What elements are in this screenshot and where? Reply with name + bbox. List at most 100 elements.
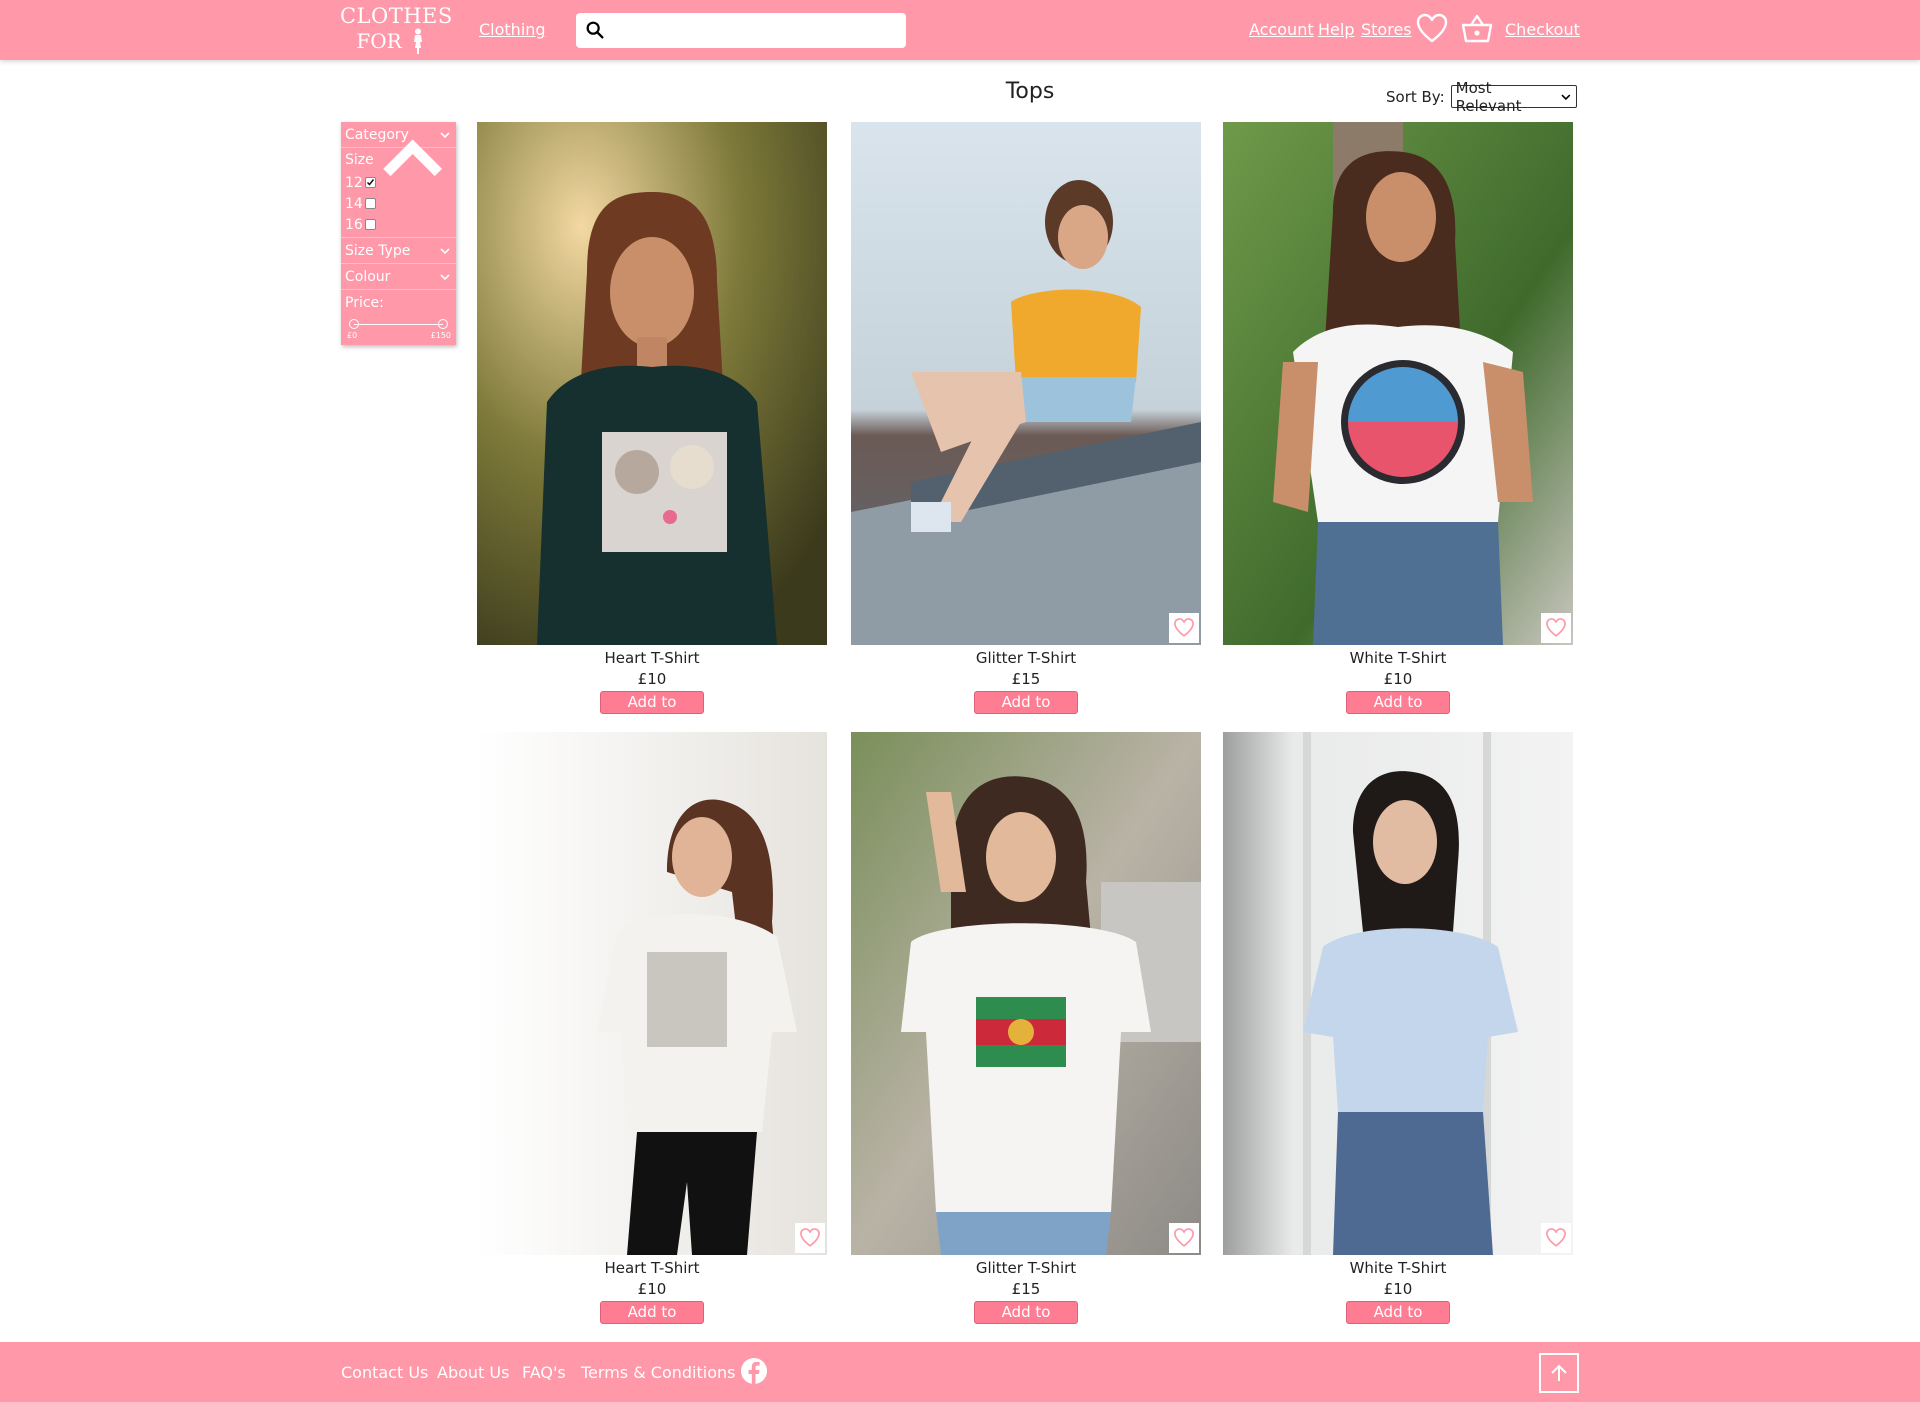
help-link[interactable]: Help: [1318, 20, 1354, 40]
filter-colour[interactable]: Colour: [341, 264, 456, 290]
heart-icon: [1174, 1228, 1194, 1247]
product-price: £10: [1383, 670, 1413, 688]
product-name: Heart T-Shirt: [604, 1259, 700, 1277]
sort-select[interactable]: Most Relevant: [1450, 79, 1577, 115]
product-image: [477, 732, 827, 1255]
heart-icon: [1174, 618, 1194, 637]
add-to-basket-button[interactable]: Add to Basket: [600, 691, 704, 732]
product-name: Glitter T-Shirt: [975, 1259, 1077, 1277]
nav-clothing-link[interactable]: Clothing: [479, 20, 546, 40]
chevron-up-icon: [382, 139, 442, 177]
size-option-label: 12: [345, 174, 363, 191]
price-max-label: £150: [430, 331, 451, 340]
filter-size: Size 12 14 16: [341, 139, 456, 238]
search-bar: [576, 13, 906, 48]
price-min-label: £0: [347, 331, 358, 340]
slider-min-handle[interactable]: [349, 319, 359, 329]
chevron-down-icon: [1561, 93, 1571, 100]
size-16-checkbox[interactable]: [364, 219, 376, 230]
filter-size-type-label: Size Type: [345, 242, 411, 259]
product-photo[interactable]: [1223, 122, 1573, 645]
wishlist-button[interactable]: [795, 1223, 825, 1253]
product-photo[interactable]: [477, 732, 827, 1255]
wishlist-button[interactable]: [1541, 613, 1571, 643]
search-icon[interactable]: [584, 19, 606, 41]
add-to-basket-button[interactable]: Add to Basket: [974, 691, 1078, 732]
size-option-label: 16: [345, 216, 363, 233]
sort-value: Most Relevant: [1455, 78, 1522, 115]
product-card: White T-Shirt £10 Add to Basket: [1223, 732, 1573, 1342]
product-photo[interactable]: [851, 122, 1201, 645]
add-to-basket-button[interactable]: Add to Basket: [600, 1301, 704, 1342]
about-us-link[interactable]: About Us: [437, 1363, 509, 1383]
filter-size-header[interactable]: Size: [341, 139, 456, 177]
product-name: White T-Shirt: [1349, 649, 1447, 667]
product-photo[interactable]: [851, 732, 1201, 1255]
filter-colour-label: Colour: [345, 268, 391, 285]
size-14-checkbox[interactable]: [364, 198, 376, 209]
product-photo[interactable]: [1223, 732, 1573, 1255]
product-photo[interactable]: [477, 122, 827, 645]
product-image: [1223, 122, 1573, 645]
basket-icon[interactable]: [1460, 12, 1494, 46]
sort-label: Sort By:: [1386, 87, 1445, 106]
add-to-basket-button[interactable]: Add to Basket: [1346, 691, 1450, 732]
wishlist-button[interactable]: [1541, 1223, 1571, 1253]
back-to-top-button[interactable]: [1539, 1353, 1579, 1393]
product-image: [1223, 732, 1573, 1255]
facebook-icon[interactable]: [740, 1357, 768, 1385]
filter-price: Price: £0 £150: [341, 290, 456, 342]
product-name: White T-Shirt: [1349, 1259, 1447, 1277]
account-link[interactable]: Account: [1249, 20, 1314, 40]
page-title: Tops: [1005, 79, 1055, 104]
product-image: [477, 122, 827, 645]
heart-icon: [1546, 1228, 1566, 1247]
contact-us-link[interactable]: Contact Us: [341, 1363, 428, 1383]
product-price: £10: [637, 670, 667, 688]
woman-figure-icon: [413, 28, 422, 54]
checkmark-icon: [366, 179, 374, 186]
wishlist-button[interactable]: [1169, 613, 1199, 643]
chevron-down-icon: [440, 247, 450, 254]
size-option-16: 16: [341, 214, 456, 235]
faqs-link[interactable]: FAQ's: [522, 1363, 566, 1383]
logo[interactable]: CLOTHES FOR: [340, 4, 453, 56]
filter-panel: Category Size 12 14 16 Size Type Colour …: [341, 122, 456, 345]
product-card: White T-Shirt £10 Add to Basket: [1223, 122, 1573, 732]
product-price: £15: [1011, 1280, 1041, 1298]
add-to-basket-button[interactable]: Add to Basket: [974, 1301, 1078, 1342]
search-input[interactable]: [612, 17, 898, 43]
price-range-slider[interactable]: £0 £150: [345, 312, 452, 342]
slider-max-handle[interactable]: [438, 319, 448, 329]
heart-icon: [800, 1228, 820, 1247]
logo-line2: FOR: [356, 29, 402, 53]
product-card: Heart T-Shirt £10 Add to Basket: [477, 122, 827, 732]
slider-track: [354, 324, 443, 325]
product-image: [851, 732, 1201, 1255]
product-price: £10: [1383, 1280, 1413, 1298]
terms-link[interactable]: Terms & Conditions: [581, 1363, 735, 1383]
checkout-link[interactable]: Checkout: [1505, 20, 1580, 40]
product-name: Glitter T-Shirt: [975, 649, 1077, 667]
stores-link[interactable]: Stores: [1361, 20, 1412, 40]
product-image: [851, 122, 1201, 645]
product-name: Heart T-Shirt: [604, 649, 700, 667]
product-card: Glitter T-Shirt £15 Add to Basket: [851, 732, 1201, 1342]
wishlist-button[interactable]: [1169, 1223, 1199, 1253]
product-price: £10: [637, 1280, 667, 1298]
heart-icon[interactable]: [1415, 12, 1449, 46]
site-header: CLOTHES FOR Clothing Account Help Stores…: [0, 0, 1920, 60]
filter-size-label: Size: [345, 152, 374, 168]
add-to-basket-button[interactable]: Add to Basket: [1346, 1301, 1450, 1342]
heart-icon: [1546, 618, 1566, 637]
filter-size-type[interactable]: Size Type: [341, 238, 456, 264]
product-card: Glitter T-Shirt £15 Add to Basket: [851, 122, 1201, 732]
price-label: Price:: [345, 295, 384, 311]
sort-control: Sort By: Most Relevant: [1386, 79, 1577, 115]
site-footer: Contact Us About Us FAQ's Terms & Condit…: [0, 1342, 1920, 1402]
arrow-up-icon: [1551, 1364, 1567, 1381]
size-12-checkbox[interactable]: [364, 177, 376, 188]
chevron-down-icon: [440, 273, 450, 280]
logo-line1: CLOTHES: [340, 4, 453, 28]
product-price: £15: [1011, 670, 1041, 688]
